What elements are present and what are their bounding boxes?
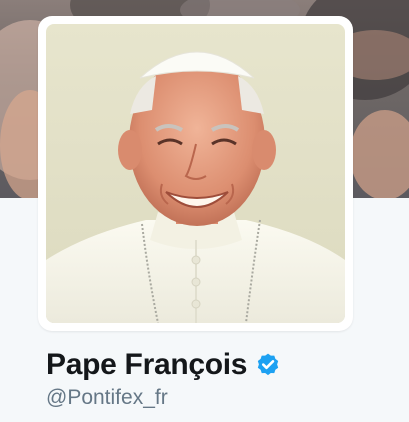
avatar[interactable] (38, 16, 353, 331)
verified-badge-icon[interactable] (255, 352, 281, 378)
display-name[interactable]: Pape François (46, 348, 247, 382)
avatar-photo (46, 24, 345, 323)
profile-name-row: Pape François (46, 346, 281, 384)
banner-crowd-shape (350, 110, 409, 198)
screen-name-handle[interactable]: @Pontifex_fr (46, 386, 168, 410)
